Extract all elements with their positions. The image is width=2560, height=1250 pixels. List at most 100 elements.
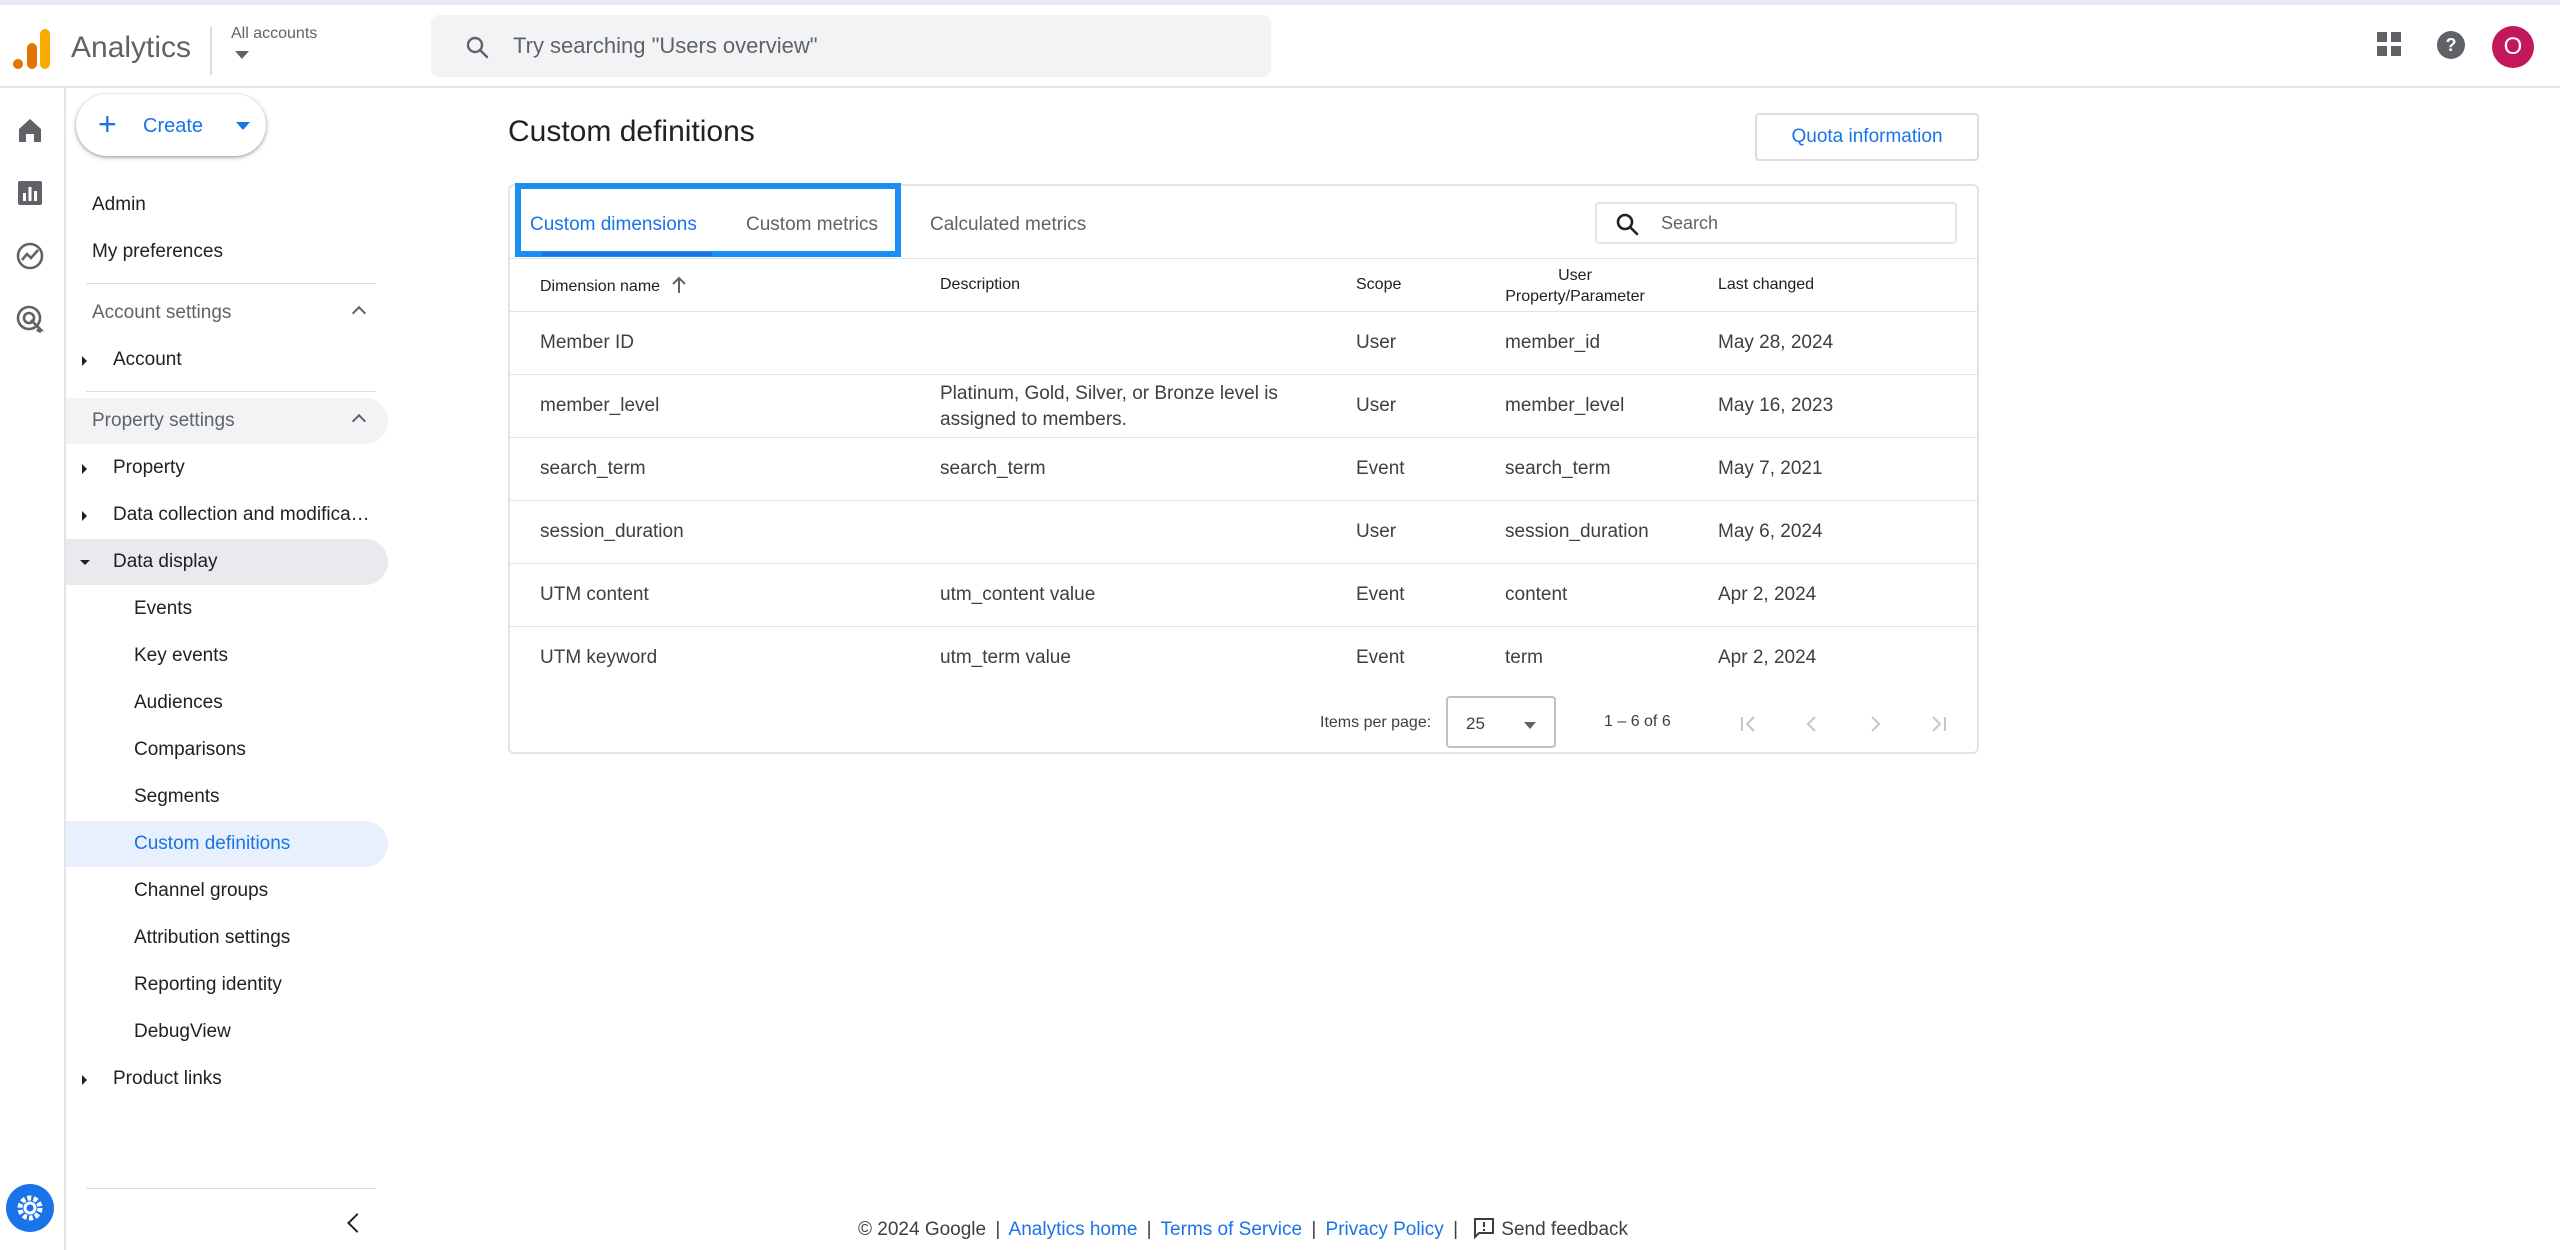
cell-parameter: session_duration bbox=[1505, 521, 1649, 542]
tab-calculated-metrics[interactable]: Calculated metrics bbox=[930, 214, 1086, 236]
home-icon[interactable] bbox=[15, 115, 45, 145]
nav-channel-groups[interactable]: Channel groups bbox=[66, 868, 388, 914]
nav-divider bbox=[86, 283, 376, 284]
send-feedback-button[interactable]: Send feedback bbox=[1467, 1218, 1628, 1240]
last-page-icon[interactable] bbox=[1924, 710, 1952, 738]
first-page-icon[interactable] bbox=[1735, 710, 1763, 738]
cell-description: search_term bbox=[940, 458, 1046, 479]
global-search-input[interactable] bbox=[513, 15, 1253, 77]
nav-debugview[interactable]: DebugView bbox=[66, 1009, 388, 1055]
column-header-dimension-name[interactable]: Dimension name bbox=[540, 276, 687, 296]
nav-property-settings-header[interactable]: Property settings bbox=[66, 398, 388, 444]
search-icon bbox=[466, 36, 489, 59]
nav-item-label: Property bbox=[113, 457, 185, 478]
nav-divider bbox=[86, 1188, 376, 1189]
cell-scope: Event bbox=[1356, 647, 1405, 668]
cell-scope: Event bbox=[1356, 584, 1405, 605]
nav-audiences[interactable]: Audiences bbox=[66, 680, 388, 726]
table-row[interactable]: search_term search_term Event search_ter… bbox=[510, 437, 1977, 500]
explore-icon[interactable] bbox=[15, 241, 45, 271]
column-header-line: User bbox=[1558, 267, 1592, 284]
expand-arrow-icon bbox=[82, 464, 87, 474]
nav-data-display[interactable]: Data display bbox=[66, 539, 388, 585]
table-search-box[interactable] bbox=[1595, 202, 1957, 244]
nav-item-label: Account bbox=[113, 349, 182, 370]
plus-icon: + bbox=[98, 106, 117, 142]
footer-separator: | bbox=[995, 1219, 1001, 1240]
cell-dimension-name: session_duration bbox=[540, 521, 684, 542]
collapse-nav-icon[interactable] bbox=[347, 1213, 367, 1233]
reports-icon[interactable] bbox=[15, 178, 45, 208]
table-row[interactable]: Member ID User member_id May 28, 2024 bbox=[510, 311, 1977, 374]
footer-terms-link[interactable]: Terms of Service bbox=[1161, 1219, 1302, 1240]
create-button[interactable]: + Create bbox=[76, 94, 266, 156]
nav-data-collection[interactable]: Data collection and modifica… bbox=[66, 492, 388, 538]
nav-reporting-identity[interactable]: Reporting identity bbox=[66, 962, 388, 1008]
nav-section-label: Account settings bbox=[92, 302, 232, 323]
svg-text:?: ? bbox=[2446, 35, 2457, 55]
cell-scope: User bbox=[1356, 521, 1397, 542]
feedback-icon bbox=[1474, 1218, 1495, 1239]
cell-last-changed: May 7, 2021 bbox=[1718, 458, 1823, 479]
cell-parameter: member_level bbox=[1505, 395, 1625, 416]
create-button-label: Create bbox=[143, 115, 204, 137]
cell-last-changed: May 6, 2024 bbox=[1718, 521, 1823, 542]
nav-section-label: Property settings bbox=[92, 410, 235, 431]
items-per-page-select[interactable]: 25 bbox=[1446, 696, 1556, 748]
table-row[interactable]: UTM keyword utm_term value Event term Ap… bbox=[510, 626, 1977, 689]
admin-gear-button[interactable] bbox=[6, 1184, 54, 1232]
table-row[interactable]: UTM content utm_content value Event cont… bbox=[510, 563, 1977, 626]
nav-account[interactable]: Account bbox=[66, 337, 388, 383]
account-selector-caret-icon[interactable] bbox=[235, 51, 249, 59]
table-search-input[interactable] bbox=[1661, 204, 1951, 242]
advertising-icon[interactable] bbox=[15, 304, 45, 334]
custom-definitions-card: Custom dimensions Custom metrics Calcula… bbox=[508, 183, 1979, 754]
left-icon-rail bbox=[0, 88, 66, 1250]
nav-attribution-settings[interactable]: Attribution settings bbox=[66, 915, 388, 961]
cell-dimension-name: search_term bbox=[540, 458, 646, 479]
tab-custom-dimensions[interactable]: Custom dimensions bbox=[530, 214, 697, 236]
cell-parameter: member_id bbox=[1505, 332, 1601, 353]
quota-information-button[interactable]: Quota information bbox=[1755, 113, 1979, 161]
nav-events[interactable]: Events bbox=[66, 586, 388, 632]
nav-key-events[interactable]: Key events bbox=[66, 633, 388, 679]
nav-property[interactable]: Property bbox=[66, 445, 388, 491]
apps-grid-icon[interactable] bbox=[2376, 31, 2402, 57]
page-title: Custom definitions bbox=[508, 115, 755, 148]
expand-arrow-icon bbox=[82, 1075, 87, 1085]
table-row[interactable]: session_duration User session_duration M… bbox=[510, 500, 1977, 563]
nav-segments[interactable]: Segments bbox=[66, 774, 388, 820]
account-selector-label[interactable]: All accounts bbox=[231, 25, 317, 43]
expand-arrow-icon bbox=[82, 356, 87, 366]
column-header-last-changed[interactable]: Last changed bbox=[1718, 276, 1814, 294]
cell-description: utm_content value bbox=[940, 584, 1096, 605]
previous-page-icon[interactable] bbox=[1798, 710, 1826, 738]
cell-last-changed: May 16, 2023 bbox=[1718, 395, 1834, 416]
global-search-bar[interactable] bbox=[431, 15, 1271, 77]
cell-description: utm_term value bbox=[940, 647, 1071, 668]
cell-scope: User bbox=[1356, 395, 1397, 416]
chevron-up-icon bbox=[351, 413, 367, 429]
column-header-line: Property/Parameter bbox=[1505, 288, 1645, 305]
nav-product-links[interactable]: Product links bbox=[66, 1056, 388, 1102]
user-avatar[interactable]: O bbox=[2492, 26, 2534, 68]
collapse-arrow-icon bbox=[80, 560, 90, 565]
next-page-icon[interactable] bbox=[1861, 710, 1889, 738]
help-icon[interactable]: ? bbox=[2436, 30, 2466, 60]
cell-last-changed: Apr 2, 2024 bbox=[1718, 647, 1817, 668]
footer-analytics-home-link[interactable]: Analytics home bbox=[1009, 1219, 1138, 1240]
column-header-description[interactable]: Description bbox=[940, 276, 1020, 294]
app-header: Analytics All accounts ? O bbox=[0, 5, 2560, 88]
column-header-user-property-parameter[interactable]: User Property/Parameter bbox=[1505, 265, 1645, 307]
footer-privacy-link[interactable]: Privacy Policy bbox=[1326, 1219, 1444, 1240]
nav-comparisons[interactable]: Comparisons bbox=[66, 727, 388, 773]
nav-account-settings-header[interactable]: Account settings bbox=[66, 290, 388, 336]
nav-custom-definitions[interactable]: Custom definitions bbox=[66, 821, 388, 867]
analytics-logo-icon[interactable] bbox=[12, 27, 52, 71]
cell-dimension-name: UTM keyword bbox=[540, 647, 658, 668]
table-row[interactable]: member_level Platinum, Gold, Silver, or … bbox=[510, 374, 1977, 437]
column-header-scope[interactable]: Scope bbox=[1356, 276, 1401, 294]
nav-my-preferences[interactable]: My preferences bbox=[66, 229, 388, 275]
nav-admin[interactable]: Admin bbox=[66, 182, 388, 228]
tab-custom-metrics[interactable]: Custom metrics bbox=[746, 214, 878, 236]
